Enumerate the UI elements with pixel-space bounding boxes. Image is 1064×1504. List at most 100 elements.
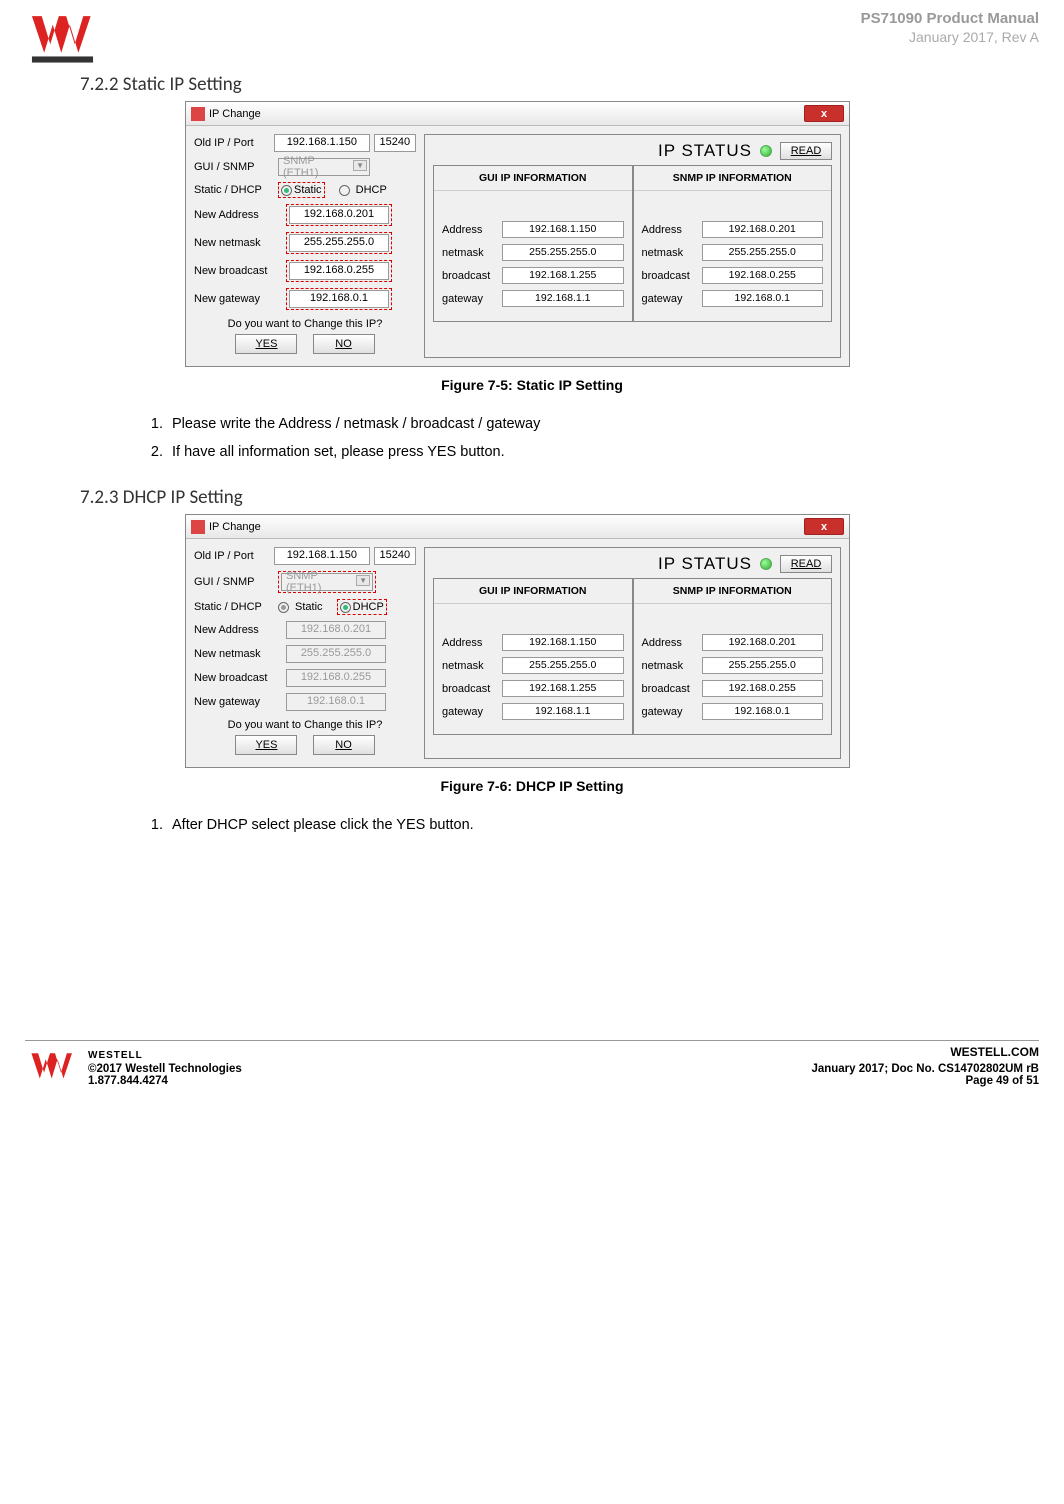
snmp-addr-value: 192.168.0.201 [702, 221, 824, 238]
old-ip-input[interactable]: 192.168.1.150 [274, 547, 370, 565]
gui-bcast-label: broadcast [442, 270, 502, 282]
no-button[interactable]: NO [313, 735, 375, 755]
snmp-select-highlight: SNMP (ETH1) [278, 571, 376, 593]
snmp-bcast-value: 192.168.0.255 [702, 680, 824, 697]
dhcp-radio-highlight: DHCP [337, 599, 387, 615]
read-button[interactable]: READ [780, 555, 832, 573]
status-led-icon [760, 558, 772, 570]
close-button[interactable]: x [804, 105, 844, 122]
instructions-2: After DHCP select please click the YES b… [145, 812, 1039, 840]
dialog-titlebar: IP Change x [186, 102, 849, 126]
snmp-addr-label: Address [642, 637, 702, 649]
footer-url: WESTELL.COM [811, 1045, 1039, 1059]
ip-status-title: IP STATUS [658, 554, 752, 574]
gui-mask-value: 255.255.255.0 [502, 657, 624, 674]
confirm-text: Do you want to Change this IP? [194, 318, 416, 330]
static-radio[interactable] [281, 185, 292, 196]
snmp-gw-label: gateway [642, 293, 702, 305]
page-header: PS71090 Product Manual January 2017, Rev… [25, 10, 1039, 65]
new-netmask-label: New netmask [194, 237, 282, 249]
app-icon [191, 107, 205, 121]
new-address-label: New Address [194, 624, 282, 636]
static-radio-highlight: Static [278, 182, 325, 198]
gui-info-header: GUI IP INFORMATION [434, 579, 632, 604]
new-broadcast-input: 192.168.0.255 [286, 669, 386, 687]
dhcp-radio-label: DHCP [353, 601, 384, 613]
gui-mask-label: netmask [442, 247, 502, 259]
static-radio-label: Static [295, 601, 323, 613]
no-button[interactable]: NO [313, 334, 375, 354]
snmp-select[interactable]: SNMP (ETH1) [278, 158, 370, 176]
footer-phone: 1.877.844.4274 [88, 1075, 242, 1087]
gui-gw-value: 192.168.1.1 [502, 290, 624, 307]
snmp-info-header: SNMP IP INFORMATION [634, 166, 832, 191]
old-port-input[interactable]: 15240 [374, 134, 416, 152]
section-title-dhcp: 7.2.3 DHCP IP Setting [80, 486, 1039, 509]
gui-addr-value: 192.168.1.150 [502, 221, 624, 238]
new-gateway-input: 192.168.0.1 [286, 693, 386, 711]
gui-info-header: GUI IP INFORMATION [434, 166, 632, 191]
yes-button[interactable]: YES [235, 735, 297, 755]
snmp-addr-value: 192.168.0.201 [702, 634, 824, 651]
new-broadcast-label: New broadcast [194, 265, 282, 277]
gui-mask-value: 255.255.255.0 [502, 244, 624, 261]
figure-caption-2: Figure 7‑6: DHCP IP Setting [25, 778, 1039, 794]
new-address-input: 192.168.0.201 [286, 621, 386, 639]
gui-snmp-label: GUI / SNMP [194, 576, 274, 588]
gui-gw-value: 192.168.1.1 [502, 703, 624, 720]
static-radio[interactable] [278, 602, 289, 613]
ip-change-dialog-static: IP Change x Old IP / Port 192.168.1.150 … [185, 101, 850, 367]
static-dhcp-label: Static / DHCP [194, 601, 274, 613]
new-broadcast-label: New broadcast [194, 672, 282, 684]
footer-brand: WESTELL [88, 1050, 242, 1061]
dhcp-radio-label: DHCP [356, 184, 387, 196]
gui-addr-label: Address [442, 637, 502, 649]
footer-docinfo: January 2017; Doc No. CS14702802UM rB [811, 1063, 1039, 1075]
snmp-mask-label: netmask [642, 660, 702, 672]
old-ip-port-label: Old IP / Port [194, 550, 270, 562]
snmp-gw-label: gateway [642, 706, 702, 718]
page-footer: WESTELL ©2017 Westell Technologies 1.877… [25, 1040, 1039, 1087]
footer-page: Page 49 of 51 [811, 1075, 1039, 1087]
dialog-titlebar: IP Change x [186, 515, 849, 539]
gui-mask-label: netmask [442, 660, 502, 672]
old-ip-port-label: Old IP / Port [194, 137, 270, 149]
new-address-input[interactable]: 192.168.0.201 [289, 206, 389, 224]
new-gateway-label: New gateway [194, 696, 282, 708]
gui-snmp-label: GUI / SNMP [194, 161, 274, 173]
dialog-title-text: IP Change [209, 521, 261, 533]
static-radio-label: Static [294, 184, 322, 196]
new-address-label: New Address [194, 209, 282, 221]
gui-bcast-value: 192.168.1.255 [502, 267, 624, 284]
step-1-1: Please write the Address / netmask / bro… [167, 411, 1039, 439]
gui-gw-label: gateway [442, 293, 502, 305]
read-button[interactable]: READ [780, 142, 832, 160]
dhcp-radio[interactable] [339, 185, 350, 196]
gui-addr-value: 192.168.1.150 [502, 634, 624, 651]
static-dhcp-label: Static / DHCP [194, 184, 274, 196]
ip-status-title: IP STATUS [658, 141, 752, 161]
snmp-mask-value: 255.255.255.0 [702, 244, 824, 261]
figure-caption-1: Figure 7‑5: Static IP Setting [25, 377, 1039, 393]
app-icon [191, 520, 205, 534]
instructions-1: Please write the Address / netmask / bro… [145, 411, 1039, 466]
new-gateway-input[interactable]: 192.168.0.1 [289, 290, 389, 308]
snmp-addr-label: Address [642, 224, 702, 236]
snmp-info-header: SNMP IP INFORMATION [634, 579, 832, 604]
new-netmask-label: New netmask [194, 648, 282, 660]
old-port-input[interactable]: 15240 [374, 547, 416, 565]
manual-title: PS71090 Product Manual [861, 10, 1039, 27]
new-netmask-input[interactable]: 255.255.255.0 [289, 234, 389, 252]
new-broadcast-input[interactable]: 192.168.0.255 [289, 262, 389, 280]
footer-copyright: ©2017 Westell Technologies [88, 1063, 242, 1075]
snmp-select[interactable]: SNMP (ETH1) [281, 573, 373, 591]
yes-button[interactable]: YES [235, 334, 297, 354]
dhcp-radio[interactable] [340, 602, 351, 613]
close-button[interactable]: x [804, 518, 844, 535]
status-led-icon [760, 145, 772, 157]
westell-logo-icon [25, 10, 100, 65]
dialog-title-text: IP Change [209, 108, 261, 120]
old-ip-input[interactable]: 192.168.1.150 [274, 134, 370, 152]
step-1-2: If have all information set, please pres… [167, 439, 1039, 467]
snmp-bcast-value: 192.168.0.255 [702, 267, 824, 284]
